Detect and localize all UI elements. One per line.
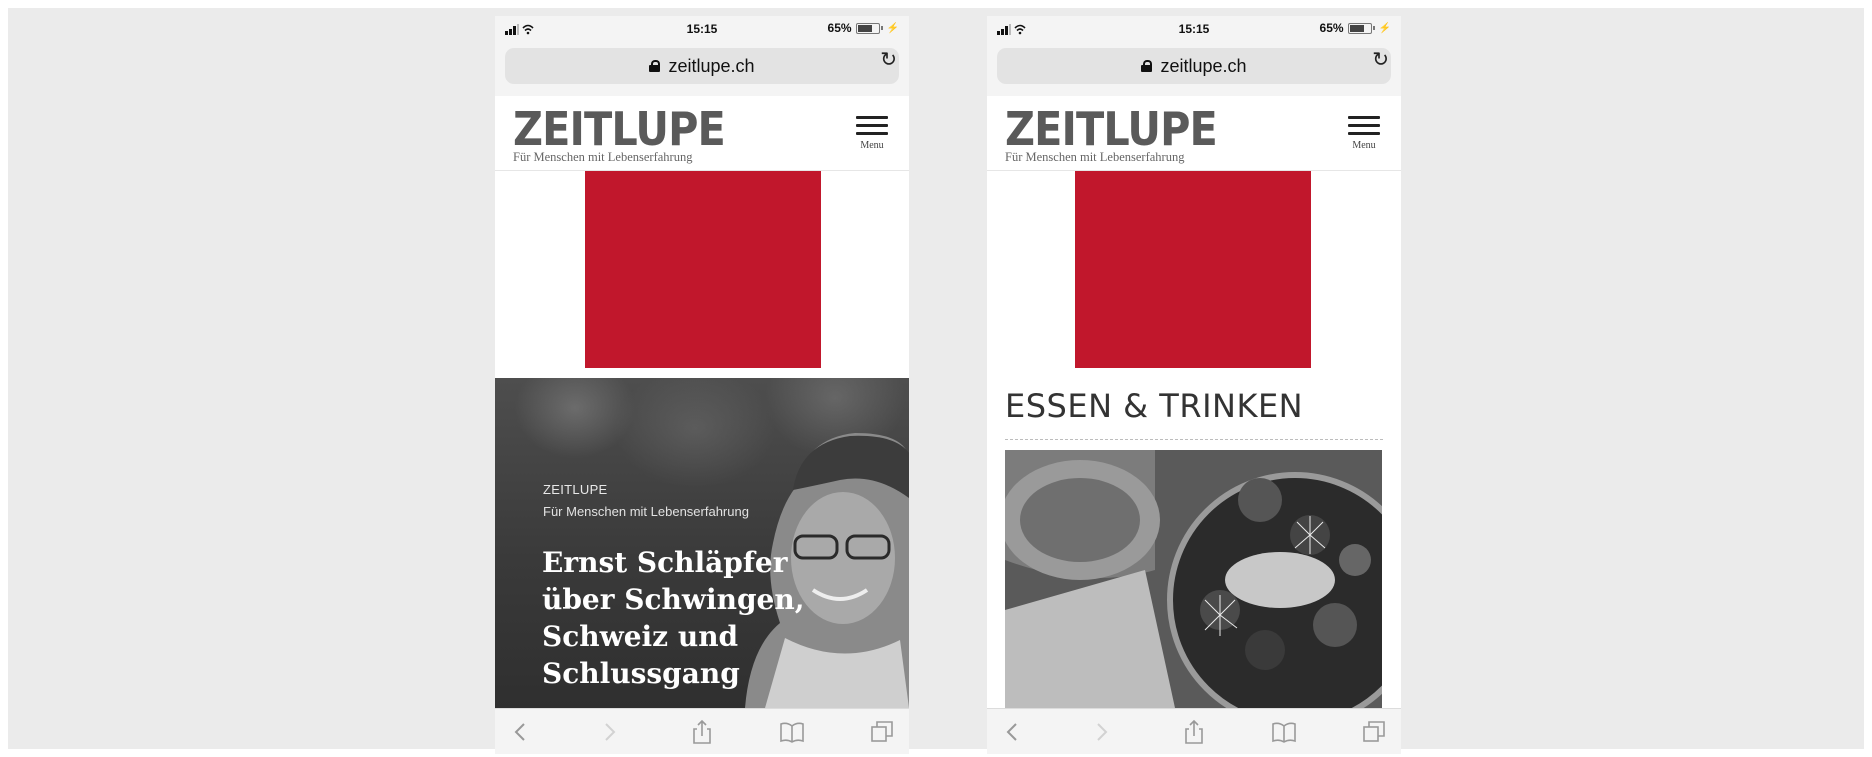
section-teaser-image[interactable] <box>1005 450 1382 708</box>
browser-toolbar <box>987 708 1401 754</box>
battery-percent: 65% <box>827 21 852 35</box>
share-icon[interactable] <box>1180 719 1208 745</box>
hero-headline-line: über Schwingen, <box>542 583 805 616</box>
battery-indicator: 65% ⚡ <box>828 21 899 35</box>
address-bar[interactable]: zeitlupe.ch <box>997 48 1391 84</box>
address-bar[interactable]: zeitlupe.ch <box>505 48 899 84</box>
phone-screen-section: 15:15 65% ⚡ zeitlupe.ch ↻ ZEITLUPE Für M… <box>987 16 1401 754</box>
charging-icon: ⚡ <box>886 22 899 34</box>
hero-headline-line: Schweiz und <box>542 620 739 653</box>
battery-icon <box>855 22 880 34</box>
site-logo[interactable]: ZEITLUPE <box>513 104 726 154</box>
menu-button[interactable]: Menu <box>855 116 889 151</box>
status-bar: 15:15 65% ⚡ <box>495 16 909 40</box>
section-title: ESSEN & TRINKEN <box>1005 387 1304 425</box>
charging-icon: ⚡ <box>1378 22 1391 34</box>
hamburger-menu-icon <box>856 116 888 119</box>
bookmarks-icon[interactable] <box>1270 719 1298 745</box>
hamburger-menu-icon <box>1348 116 1380 119</box>
tabs-icon[interactable] <box>1360 719 1388 745</box>
back-icon[interactable] <box>507 719 535 745</box>
url-text: zeitlupe.ch <box>1160 55 1247 76</box>
menu-label: Menu <box>860 140 884 151</box>
lock-icon <box>1141 60 1153 72</box>
hero-headline-line: Schlussgang <box>542 657 740 690</box>
lock-icon <box>649 60 661 72</box>
hero-subtitle: Für Menschen mit Lebenserfahrung <box>543 504 749 519</box>
battery-icon <box>1347 22 1372 34</box>
site-header: ZEITLUPE Für Menschen mit Lebenserfahrun… <box>987 96 1401 171</box>
reload-icon[interactable]: ↻ <box>880 47 897 72</box>
ad-banner[interactable] <box>585 171 821 368</box>
back-icon[interactable] <box>999 719 1027 745</box>
screenshot-canvas: 15:15 65% ⚡ zeitlupe.ch ↻ ZEITLUPE Für M… <box>8 8 1864 754</box>
menu-button[interactable]: Menu <box>1347 116 1381 151</box>
hero-teaser[interactable]: ZEITLUPE Für Menschen mit Lebenserfahrun… <box>495 378 909 708</box>
hero-headline-line: Ernst Schläpfer <box>542 546 788 579</box>
reload-icon[interactable]: ↻ <box>1372 47 1389 72</box>
address-bar-area: zeitlupe.ch ↻ <box>987 40 1401 97</box>
battery-indicator: 65% ⚡ <box>1320 21 1391 35</box>
section-divider <box>1005 439 1383 440</box>
site-logo[interactable]: ZEITLUPE <box>1005 104 1218 154</box>
food-photo <box>1005 450 1382 708</box>
hero-headline[interactable]: Ernst Schläpfer über Schwingen, Schweiz … <box>542 544 842 692</box>
menu-label: Menu <box>1352 140 1376 151</box>
hero-brand: ZEITLUPE <box>543 482 608 497</box>
site-tagline: Für Menschen mit Lebenserfahrung <box>513 150 693 164</box>
forward-icon[interactable] <box>1087 719 1115 745</box>
url-text: zeitlupe.ch <box>668 55 755 76</box>
site-tagline: Für Menschen mit Lebenserfahrung <box>1005 150 1185 164</box>
status-bar: 15:15 65% ⚡ <box>987 16 1401 40</box>
phone-screen-home: 15:15 65% ⚡ zeitlupe.ch ↻ ZEITLUPE Für M… <box>495 16 909 754</box>
address-bar-area: zeitlupe.ch ↻ <box>495 40 909 97</box>
forward-icon[interactable] <box>595 719 623 745</box>
tabs-icon[interactable] <box>868 719 896 745</box>
share-icon[interactable] <box>688 719 716 745</box>
browser-toolbar <box>495 708 909 754</box>
ad-banner[interactable] <box>1075 171 1311 368</box>
battery-percent: 65% <box>1319 21 1344 35</box>
bookmarks-icon[interactable] <box>778 719 806 745</box>
site-header: ZEITLUPE Für Menschen mit Lebenserfahrun… <box>495 96 909 171</box>
